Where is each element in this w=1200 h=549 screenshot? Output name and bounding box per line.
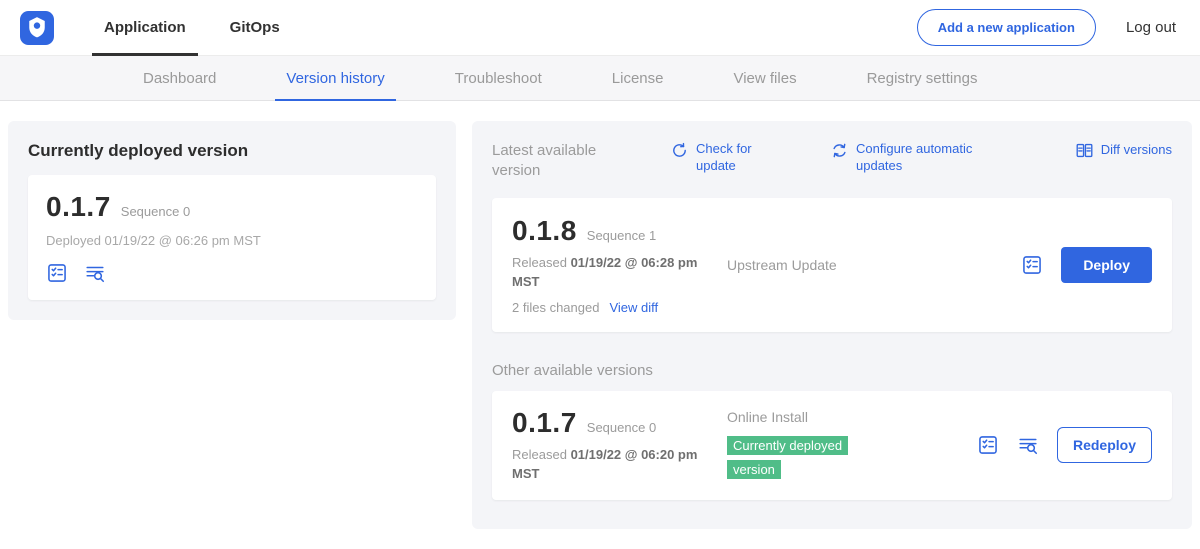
configure-automatic-updates-label: Configure automatic updates	[856, 141, 988, 175]
view-deploy-logs-icon[interactable]	[1017, 434, 1039, 456]
available-versions-panel: Latest available version Check for updat…	[472, 121, 1192, 529]
deployed-version-number: 0.1.7	[46, 191, 111, 223]
diff-versions-button[interactable]: Diff versions	[1075, 141, 1172, 160]
configure-automatic-updates-button[interactable]: Configure automatic updates	[830, 141, 988, 175]
app-logo-icon[interactable]	[20, 11, 54, 45]
deployed-panel-title: Currently deployed version	[28, 141, 436, 161]
release-notes-icon[interactable]	[977, 434, 999, 456]
released-prefix: Released	[512, 447, 567, 462]
other-version-number: 0.1.7	[512, 407, 577, 439]
release-notes-icon[interactable]	[46, 262, 68, 284]
refresh-icon	[670, 141, 689, 160]
latest-version-number: 0.1.8	[512, 215, 577, 247]
latest-available-title: Latest available version	[492, 141, 644, 182]
subnav-item-license[interactable]: License	[612, 56, 664, 100]
deployed-version-card: 0.1.7 Sequence 0 Deployed 01/19/22 @ 06:…	[28, 175, 436, 300]
tab-application[interactable]: Application	[82, 0, 208, 56]
subnav-item-view-files[interactable]: View files	[733, 56, 796, 100]
view-deploy-logs-icon[interactable]	[84, 262, 106, 284]
released-prefix: Released	[512, 255, 567, 270]
version-history-page: Currently deployed version 0.1.7 Sequenc…	[0, 101, 1200, 549]
app-subnav: Dashboard Version history Troubleshoot L…	[0, 56, 1200, 101]
deployed-sequence-label: Sequence 0	[121, 204, 190, 219]
files-changed-label: 2 files changed	[512, 300, 599, 315]
deploy-button[interactable]: Deploy	[1061, 247, 1152, 283]
tab-gitops[interactable]: GitOps	[208, 0, 302, 56]
redeploy-button[interactable]: Redeploy	[1057, 427, 1152, 463]
subnav-item-troubleshoot[interactable]: Troubleshoot	[455, 56, 542, 100]
latest-sequence-label: Sequence 1	[587, 228, 656, 243]
diff-versions-label: Diff versions	[1101, 142, 1172, 159]
add-application-button[interactable]: Add a new application	[917, 9, 1096, 46]
other-versions-title: Other available versions	[492, 362, 1172, 379]
release-notes-icon[interactable]	[1021, 254, 1043, 276]
subnav-item-registry-settings[interactable]: Registry settings	[867, 56, 978, 100]
subnav-item-dashboard[interactable]: Dashboard	[143, 56, 216, 100]
view-diff-link[interactable]: View diff	[609, 300, 658, 315]
latest-released-timestamp: Released 01/19/22 @ 06:28 pm MST	[512, 253, 702, 292]
subnav-item-version-history[interactable]: Version history	[286, 56, 384, 100]
deployed-timestamp: Deployed 01/19/22 @ 06:26 pm MST	[46, 233, 418, 248]
top-navbar: Application GitOps Add a new application…	[0, 0, 1200, 56]
currently-deployed-badge: Currently deployed version	[727, 436, 848, 479]
currently-deployed-panel: Currently deployed version 0.1.7 Sequenc…	[8, 121, 456, 320]
latest-release-card: 0.1.8 Sequence 1 Released 01/19/22 @ 06:…	[492, 198, 1172, 332]
diff-versions-icon	[1075, 141, 1094, 160]
logout-link[interactable]: Log out	[1126, 19, 1176, 36]
auto-update-icon	[830, 141, 849, 160]
other-released-timestamp: Released 01/19/22 @ 06:20 pm MST	[512, 445, 702, 484]
check-for-update-button[interactable]: Check for update	[670, 141, 766, 175]
other-release-source: Online Install	[727, 409, 977, 425]
latest-release-source: Upstream Update	[727, 257, 1021, 273]
other-sequence-label: Sequence 0	[587, 420, 656, 435]
other-release-card: 0.1.7 Sequence 0 Released 01/19/22 @ 06:…	[492, 391, 1172, 500]
check-for-update-label: Check for update	[696, 141, 766, 175]
